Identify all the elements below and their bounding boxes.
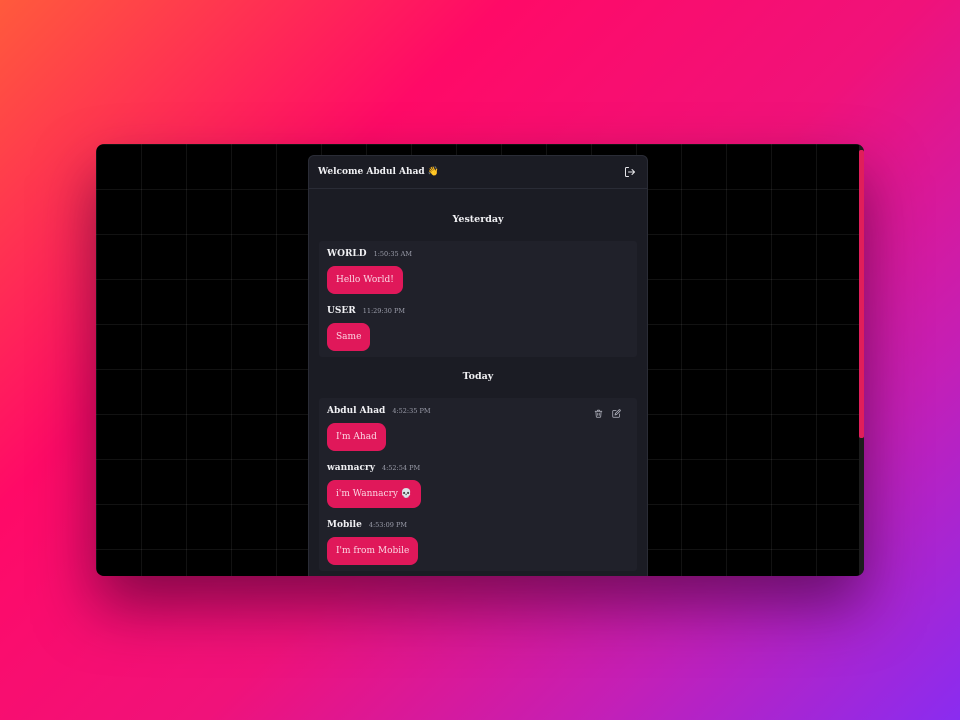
- message-bubble: Same: [327, 323, 371, 351]
- message-bubble: i'm Wannacry 💀: [327, 480, 422, 508]
- scrollbar[interactable]: [859, 144, 864, 576]
- message-author: Abdul Ahad: [327, 406, 386, 416]
- message-time: 4:52:35 PM: [392, 407, 431, 415]
- message-author: WORLD: [327, 249, 367, 259]
- message: wannacry 4:52:54 PM i'm Wannacry 💀: [327, 463, 629, 508]
- message-group-yesterday: WORLD 1:50:35 AM Hello World! USER 11:29…: [319, 241, 637, 357]
- trash-icon: [594, 409, 602, 418]
- logout-icon: [625, 167, 635, 177]
- message-group-today: Abdul Ahad 4:52:35 PM I'm Ahad wannacry …: [319, 398, 637, 571]
- welcome-title: Welcome Abdul Ahad 👋: [318, 167, 440, 177]
- message-bubble: Hello World!: [327, 266, 403, 294]
- message: WORLD 1:50:35 AM Hello World!: [327, 249, 629, 294]
- edit-icon: [611, 408, 621, 418]
- message-time: 4:52:54 PM: [381, 464, 421, 472]
- message-author: USER: [327, 306, 356, 316]
- logout-button[interactable]: [622, 164, 638, 180]
- message-time: 11:29:30 PM: [362, 307, 405, 315]
- edit-message-button[interactable]: [611, 408, 621, 418]
- scrollbar-thumb[interactable]: [859, 150, 864, 438]
- app-window: Welcome Abdul Ahad 👋 Yesterday WORLD 1:5…: [96, 144, 864, 576]
- message: USER 11:29:30 PM Same: [327, 306, 629, 351]
- message-author: wannacry: [327, 463, 375, 473]
- chat-panel: Welcome Abdul Ahad 👋 Yesterday WORLD 1:5…: [308, 155, 648, 576]
- message: Mobile 4:53:09 PM I'm from Mobile: [327, 520, 629, 565]
- chat-header: Welcome Abdul Ahad 👋: [309, 156, 647, 189]
- message-time: 4:53:09 PM: [368, 521, 407, 529]
- message-author: Mobile: [327, 520, 362, 530]
- message-actions: [593, 408, 621, 418]
- message-bubble: I'm Ahad: [327, 423, 386, 451]
- day-separator-today: Today: [462, 371, 494, 382]
- message: Abdul Ahad 4:52:35 PM I'm Ahad: [327, 406, 629, 451]
- message-bubble: I'm from Mobile: [327, 537, 419, 565]
- message-time: 1:50:35 AM: [373, 250, 413, 258]
- delete-message-button[interactable]: [593, 408, 603, 418]
- day-separator-yesterday: Yesterday: [452, 214, 504, 225]
